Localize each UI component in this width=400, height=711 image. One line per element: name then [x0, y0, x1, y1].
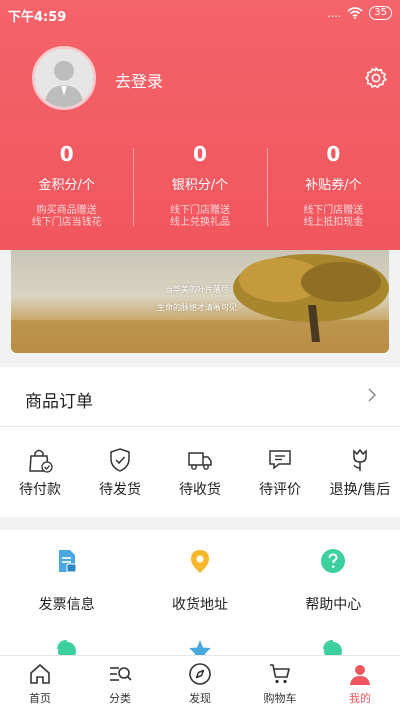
tab-label: 我的 — [349, 692, 371, 705]
location-icon — [190, 550, 209, 573]
stat-value: 0 — [193, 142, 207, 166]
status-icons: .... 35 — [327, 6, 392, 20]
truck-icon — [188, 452, 212, 470]
stat-description: 线下门店赠送 线上兑换礼品 — [133, 205, 266, 229]
battery-indicator: 35 — [369, 6, 392, 20]
stat-desc-line: 线下门店当钱花 — [31, 217, 102, 228]
orders-section: 商品订单 待付款 待发货 待收货 待评价 退换/售后 — [0, 367, 400, 517]
status-bar: 下午4:59 .... 35 — [0, 0, 400, 28]
stat-value: 0 — [326, 142, 341, 166]
stat-silver-points[interactable]: 0 银积分/个 线下门店赠送 线上兑换礼品 — [133, 140, 266, 235]
order-pending-review[interactable]: 待评价 — [240, 447, 320, 499]
service-label: 发票信息 — [38, 597, 95, 613]
service-label: 帮助中心 — [305, 597, 362, 613]
service-label: 收货地址 — [171, 597, 228, 613]
signal-icon: .... — [327, 6, 342, 20]
invoice-icon — [58, 550, 77, 573]
chevron-right-icon — [368, 388, 377, 402]
order-pending-payment[interactable]: 待付款 — [0, 447, 80, 499]
comment-icon — [269, 450, 291, 470]
cart-icon — [270, 664, 290, 684]
tulip-icon — [353, 448, 367, 471]
stat-description: 购买商品赠送 线下门店当钱花 — [0, 205, 133, 229]
order-after-sales[interactable]: 退换/售后 — [320, 447, 400, 499]
promo-banner[interactable]: 当华美的叶片落尽 生命的脉络才清晰可见 — [11, 250, 389, 353]
tab-cart[interactable]: 购物车 — [240, 656, 320, 711]
stat-desc-line: 线上抵扣现金 — [303, 217, 364, 228]
stat-label: 补贴券/个 — [305, 178, 362, 193]
user-icon — [350, 665, 370, 685]
compass-icon — [189, 663, 211, 685]
service-address[interactable]: 收货地址 — [133, 548, 266, 614]
points-stats: 0 金积分/个 购买商品赠送 线下门店当钱花 0 银积分/个 线下门店赠送 线上… — [0, 140, 400, 235]
order-pending-shipment[interactable]: 待发货 — [80, 447, 160, 499]
stat-desc-line: 线下门店赠送 — [169, 205, 230, 216]
login-link[interactable]: 去登录 — [115, 68, 163, 92]
tab-discover[interactable]: 发现 — [160, 656, 240, 711]
tab-label: 购物车 — [263, 692, 297, 705]
orders-header[interactable]: 商品订单 — [0, 367, 400, 427]
banner-line-2: 生命的脉络才清晰可见 — [157, 303, 237, 312]
profile-header: 下午4:59 .... 35 去登录 0 金积分/个 购买商品赠送 线下门店当钱… — [0, 0, 400, 250]
banner-line-1: 当华美的叶片落尽 — [165, 285, 229, 294]
status-time: 下午4:59 — [8, 10, 67, 25]
stat-desc-line: 线下门店赠送 — [303, 205, 364, 216]
order-item-label: 待收货 — [179, 482, 221, 498]
category-icon — [110, 667, 132, 681]
gear-icon[interactable] — [364, 66, 388, 90]
default-avatar-icon — [35, 49, 93, 107]
order-item-label: 待发货 — [99, 482, 141, 498]
services-row: 发票信息 收货地址 帮助中心 — [0, 548, 400, 614]
order-status-list: 待付款 待发货 待收货 待评价 退换/售后 — [0, 447, 400, 499]
tab-label: 发现 — [189, 692, 211, 705]
avatar[interactable] — [32, 46, 96, 110]
tab-category[interactable]: 分类 — [80, 656, 160, 711]
stat-value: 0 — [59, 142, 74, 166]
bottom-tab-bar: 首页 分类 发现 购物车 我的 — [0, 655, 400, 711]
bag-icon — [29, 449, 53, 473]
tab-label: 首页 — [29, 692, 51, 705]
stat-desc-line: 购买商品赠送 — [36, 205, 97, 216]
stat-label: 银积分/个 — [171, 178, 229, 193]
tab-mine[interactable]: 我的 — [320, 656, 400, 711]
stat-subsidy-coupons[interactable]: 0 补贴券/个 线下门店赠送 线上抵扣现金 — [266, 140, 400, 235]
order-pending-receipt[interactable]: 待收货 — [160, 447, 240, 499]
stat-desc-line: 线上兑换礼品 — [169, 217, 230, 228]
service-help[interactable]: 帮助中心 — [267, 548, 400, 614]
stat-label: 金积分/个 — [38, 178, 95, 193]
help-icon — [321, 549, 346, 573]
shield-check-icon — [110, 448, 130, 472]
order-item-label: 待评价 — [259, 482, 301, 498]
services-section: 发票信息 收货地址 帮助中心 — [0, 530, 400, 660]
order-item-label: 待付款 — [19, 482, 61, 498]
wifi-icon — [347, 7, 363, 19]
tab-home[interactable]: 首页 — [0, 656, 80, 711]
stat-gold-points[interactable]: 0 金积分/个 购买商品赠送 线下门店当钱花 — [0, 140, 133, 235]
home-icon — [30, 664, 50, 684]
orders-title: 商品订单 — [25, 392, 93, 412]
service-invoice[interactable]: 发票信息 — [0, 548, 133, 614]
order-item-label: 退换/售后 — [329, 482, 391, 498]
tab-label: 分类 — [109, 692, 131, 705]
stat-description: 线下门店赠送 线上抵扣现金 — [267, 205, 400, 229]
